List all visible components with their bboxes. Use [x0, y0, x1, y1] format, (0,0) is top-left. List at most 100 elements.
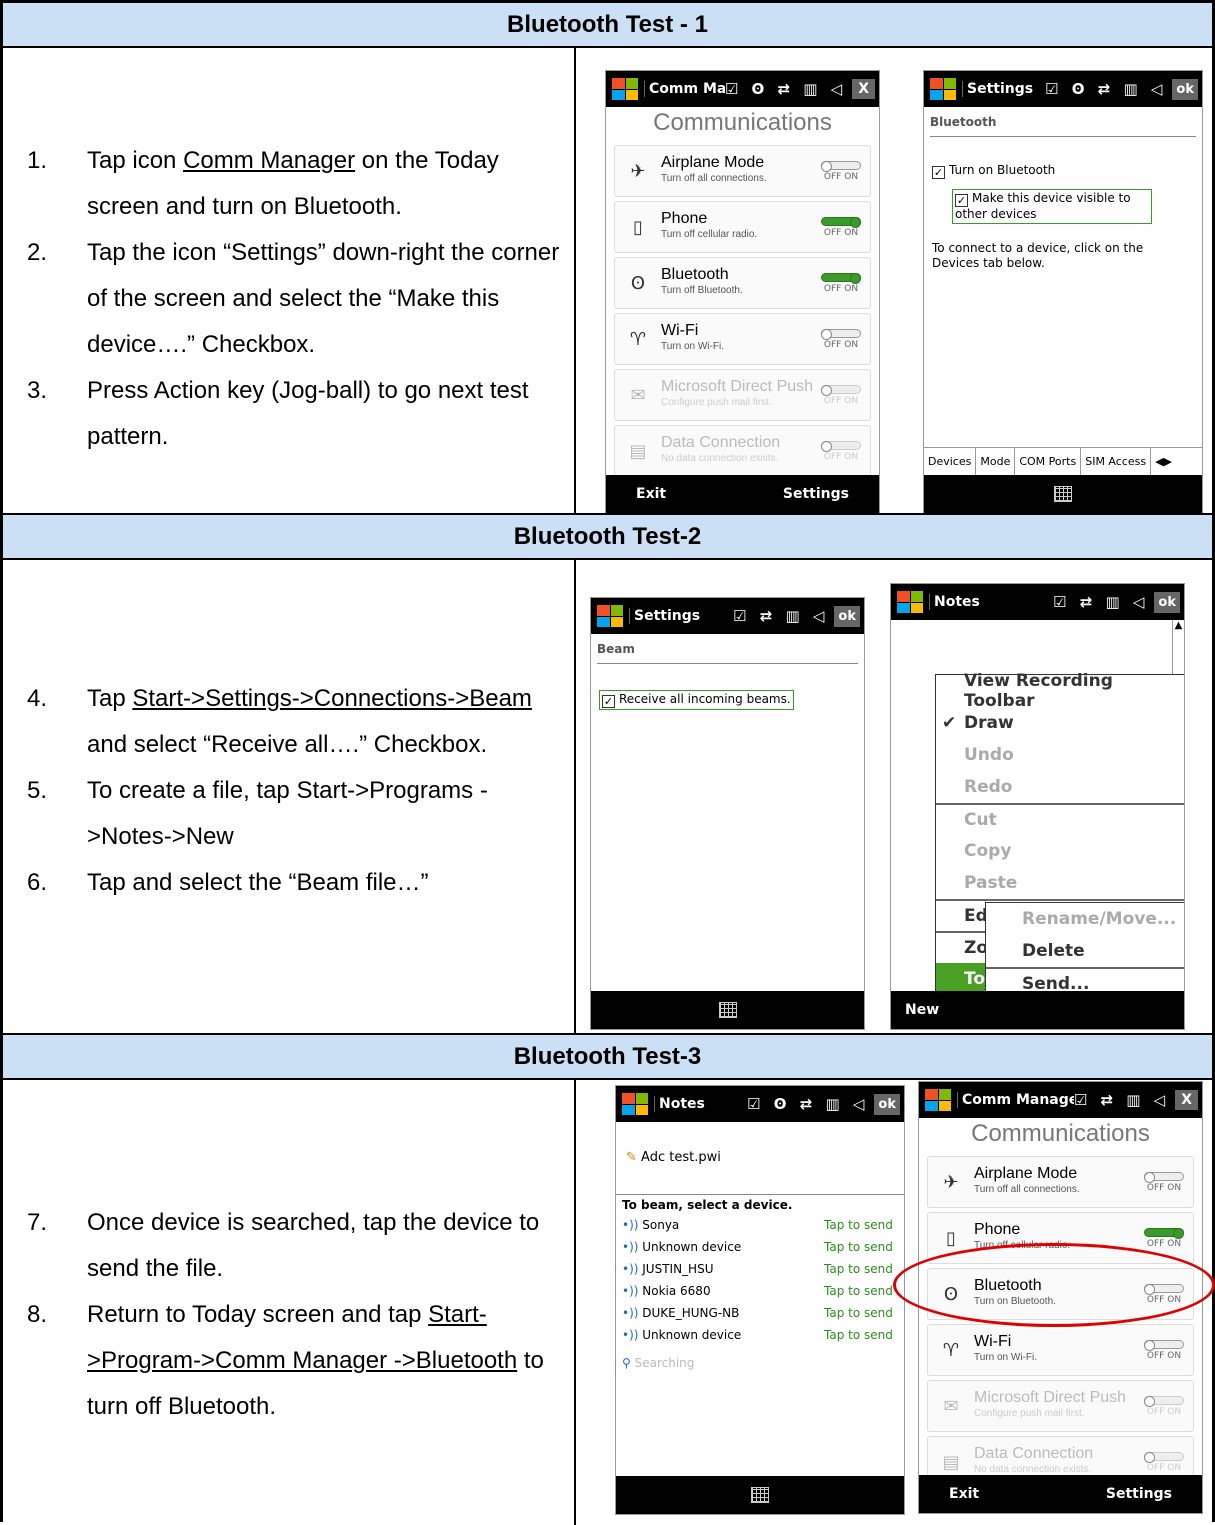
communications-heading: Communications — [971, 1120, 1150, 1147]
exit-softkey[interactable]: Exit — [949, 1486, 979, 1502]
bluetooth-highlight-circle — [893, 1243, 1215, 1327]
toggle-off-label: OFF — [823, 451, 842, 462]
device-label: JUSTIN_HSU — [642, 1262, 714, 1276]
comm-row-icon: ▤ — [942, 1451, 960, 1473]
menu-item[interactable]: Cut — [936, 803, 1184, 835]
toggle-switch[interactable]: OFF ON — [816, 328, 866, 350]
windows-start-icon[interactable] — [622, 1093, 648, 1115]
tap-to-send-link[interactable]: Tap to send — [824, 1284, 898, 1298]
menu-item[interactable]: Undo — [936, 739, 1184, 771]
tap-to-send-link[interactable]: Tap to send — [824, 1328, 898, 1342]
step-text-part: Once device is searched, tap the device … — [87, 1209, 540, 1282]
comm-row-bluetooth[interactable]: ʘ Bluetooth Turn off Bluetooth. OFF ON — [614, 257, 871, 309]
windows-start-icon[interactable] — [930, 78, 956, 100]
soft-key-bar: New — [891, 991, 1184, 1029]
windows-start-icon[interactable] — [897, 591, 923, 613]
menu-item-label: Redo — [964, 777, 1013, 797]
ok-button[interactable]: ok — [1154, 591, 1180, 613]
keyboard-icon[interactable] — [751, 1487, 769, 1503]
menu-item[interactable]: Paste — [936, 867, 1184, 899]
screen-title: Settings — [629, 608, 733, 624]
comm-row-icon: ♈ — [942, 1339, 960, 1361]
toggle-switch[interactable]: OFF ON — [816, 216, 866, 238]
keyboard-icon[interactable] — [1054, 486, 1072, 502]
exit-softkey[interactable]: Exit — [636, 486, 666, 502]
checkbox-label: Make this device visible to other device… — [955, 191, 1131, 221]
comm-row-wi-fi[interactable]: ♈ Wi-Fi Turn on Wi-Fi. OFF ON — [614, 313, 871, 365]
tab-devices[interactable]: Devices — [924, 447, 977, 476]
comm-row-wi-fi[interactable]: ♈ Wi-Fi Turn on Wi-Fi. OFF ON — [927, 1324, 1194, 1376]
signal-icon: •)) — [622, 1262, 643, 1276]
toggle-labels: OFF ON — [816, 284, 866, 294]
device-row[interactable]: •)) DUKE_HUNG-NB Tap to send — [622, 1306, 898, 1320]
device-row[interactable]: •)) Unknown device Tap to send — [622, 1328, 898, 1342]
tap-to-send-link[interactable]: Tap to send — [824, 1218, 898, 1232]
toggle-switch[interactable]: OFF ON — [816, 160, 866, 182]
step-item: 3. Press Action key (Jog-ball) to go next… — [27, 368, 567, 460]
windows-start-icon[interactable] — [612, 78, 638, 100]
tap-to-send-link[interactable]: Tap to send — [824, 1306, 898, 1320]
tap-to-send-link[interactable]: Tap to send — [824, 1262, 898, 1276]
toggle-labels: OFF ON — [1139, 1183, 1189, 1193]
title-bar: Notes ☑ ⇄ ▥ ◁ ok — [891, 584, 1184, 620]
toggle-on-label: ON — [1167, 1406, 1182, 1417]
windows-start-icon[interactable] — [597, 605, 623, 627]
device-row[interactable]: •)) Sonya Tap to send — [622, 1218, 898, 1232]
comm-row-airplane-mode[interactable]: ✈ Airplane Mode Turn off all connections. O… — [927, 1156, 1194, 1208]
windows-start-icon[interactable] — [925, 1089, 951, 1111]
device-row[interactable]: •)) Unknown device Tap to send — [622, 1240, 898, 1254]
settings-softkey[interactable]: Settings — [1106, 1486, 1172, 1502]
toggle-track — [1144, 1171, 1184, 1183]
tap-to-send-link[interactable]: Tap to send — [824, 1240, 898, 1254]
settings-softkey[interactable]: Settings — [783, 486, 849, 502]
comm-row-desc: Turn on Wi-Fi. — [661, 341, 724, 352]
device-row[interactable]: •)) Nokia 6680 Tap to send — [622, 1284, 898, 1298]
receive-beams-checkbox[interactable]: ✓ Receive all incoming beams. — [599, 690, 794, 710]
menu-item[interactable]: View Recording Toolbar — [936, 671, 1184, 711]
status-icons: ☑ ʘ ⇄ ▥ ◁ — [724, 80, 847, 98]
toggle-on-label: ON — [844, 171, 859, 182]
ok-button[interactable]: ok — [834, 605, 860, 627]
file-item[interactable]: ✎ Adc test.pwi — [626, 1150, 721, 1165]
menu-item[interactable]: Redo — [936, 771, 1184, 803]
close-button[interactable]: X — [852, 79, 875, 99]
make-visible-checkbox[interactable]: ✓ Make this device visible to other devic… — [952, 189, 1152, 224]
section-2-steps-cell: 4. Tap Start->Settings->Connections->Beam… — [3, 560, 576, 1033]
toggle-switch[interactable]: OFF ON — [1139, 1227, 1189, 1249]
scrollbar[interactable]: ▲ — [1172, 620, 1184, 676]
device-name: •)) JUSTIN_HSU — [622, 1262, 713, 1276]
comm-row-phone[interactable]: ▯ Phone Turn off cellular radio. OFF ON — [614, 201, 871, 253]
checkmark-icon: ✔ — [942, 713, 957, 733]
submenu-item[interactable]: Rename/Move... — [986, 903, 1184, 935]
screen-title: Notes — [929, 594, 1053, 610]
tab-mode[interactable]: Mode — [976, 447, 1016, 476]
close-button[interactable]: X — [1175, 1090, 1198, 1110]
toggle-switch[interactable]: OFF ON — [1139, 1339, 1189, 1361]
device-row[interactable]: •)) JUSTIN_HSU Tap to send — [622, 1262, 898, 1276]
submenu-item[interactable]: Delete — [986, 935, 1184, 967]
keyboard-icon[interactable] — [718, 1002, 737, 1018]
comm-row-airplane-mode[interactable]: ✈ Airplane Mode Turn off all connections. O… — [614, 145, 871, 197]
menu-item-label: Undo — [964, 745, 1014, 765]
menu-item[interactable]: Copy — [936, 835, 1184, 867]
toggle-off-label: OFF — [1146, 1238, 1165, 1249]
comm-row-label: Microsoft Direct Push Configure push mail… — [661, 379, 816, 411]
turn-on-bluetooth-checkbox[interactable]: ✓ Turn on Bluetooth — [932, 163, 1055, 179]
tab-com-ports[interactable]: COM Ports — [1015, 447, 1082, 476]
tab-sim-access[interactable]: SIM Access — [1081, 447, 1152, 476]
section-3-title: Bluetooth Test-3 — [513, 1042, 702, 1070]
step-number: 4. — [27, 685, 48, 712]
device-label: Sonya — [642, 1218, 680, 1232]
soft-key-bar: Exit Settings — [606, 475, 879, 513]
toggle-switch[interactable]: OFF ON — [1139, 1171, 1189, 1193]
tab-scroll-arrows[interactable]: ◀▶ — [1151, 448, 1176, 476]
checkbox-checked-icon: ✓ — [932, 166, 945, 179]
step-item: 2. Tap the icon “Settings” down-right the… — [27, 230, 567, 368]
ok-button[interactable]: ok — [1172, 78, 1198, 100]
toggle-switch[interactable]: OFF ON — [816, 272, 866, 294]
step-text-part: To create a file, tap Start->Programs ->… — [87, 777, 488, 850]
toggle-off-label: OFF — [823, 339, 842, 350]
ok-button[interactable]: ok — [874, 1093, 900, 1115]
new-softkey[interactable]: New — [905, 1002, 939, 1018]
menu-item[interactable]: ✔ Draw — [936, 707, 1184, 739]
